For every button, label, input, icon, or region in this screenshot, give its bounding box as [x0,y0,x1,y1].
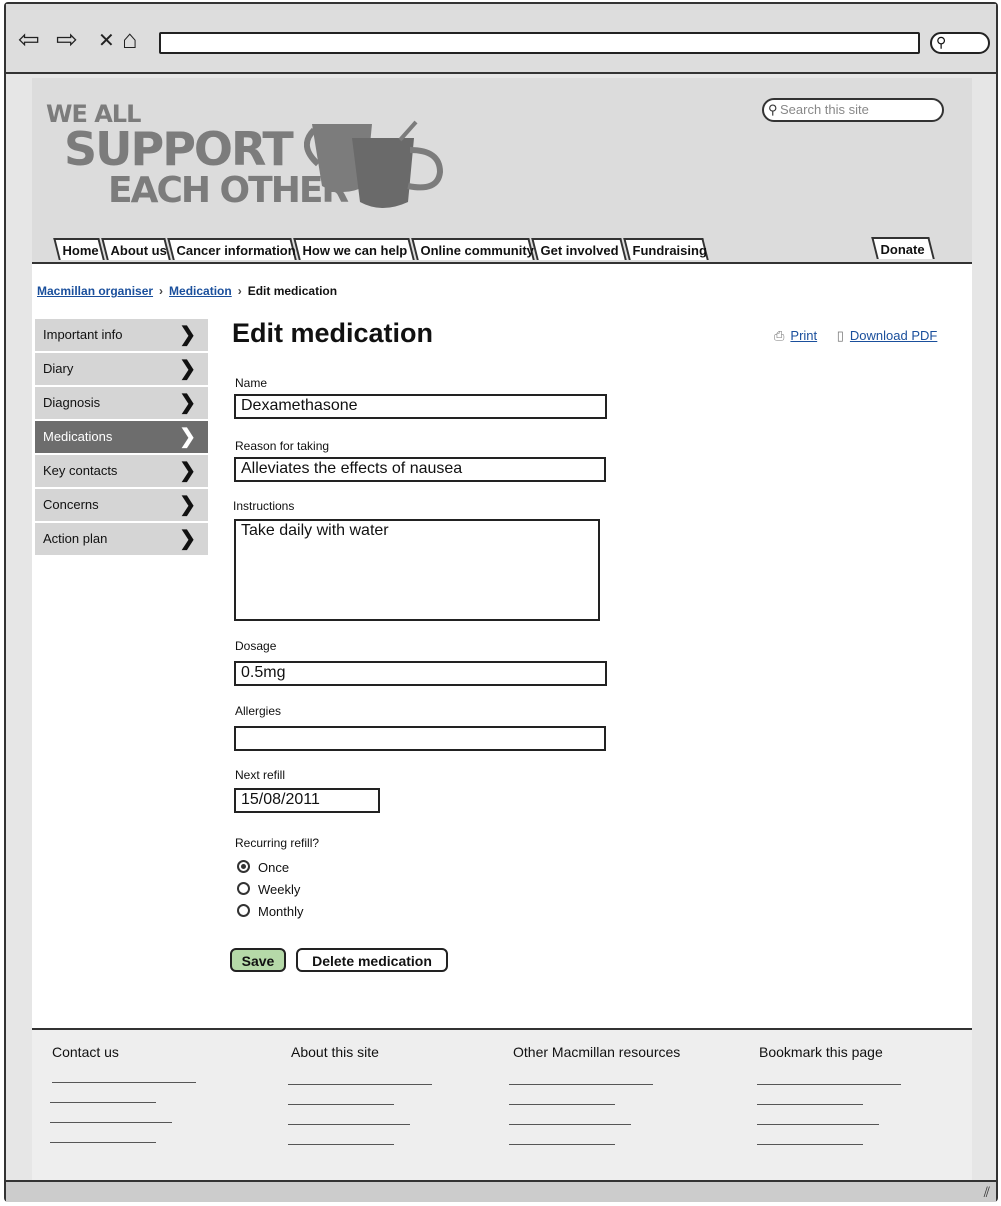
tab-fundraising[interactable]: Fundraising [623,238,709,260]
chevron-right-icon: ❯ [179,494,196,516]
donate-tab[interactable]: Donate [871,237,935,259]
forward-arrow-icon[interactable]: ⇨ [56,26,78,52]
sidebar-item-diary[interactable]: Diary ❯ [35,353,208,385]
download-pdf-link[interactable]: Download PDF [850,328,937,343]
search-icon: ⚲ [768,102,778,117]
tab-about-us[interactable]: About us [101,238,171,260]
printer-icon: ⎙ [774,328,785,343]
radio-unselected-icon [237,882,250,895]
footer-other-resources[interactable]: Other Macmillan resources [513,1044,680,1060]
chevron-right-icon: ❯ [179,426,196,448]
browser-search-box[interactable]: ⚲ [930,32,990,54]
address-bar[interactable] [159,32,920,54]
recurring-label: Recurring refill? [235,836,320,850]
next-refill-date-field[interactable]: 15/08/2011 [234,788,380,813]
browser-status-bar: ⫽ [6,1180,996,1202]
footer-link-placeholder[interactable] [288,1144,394,1145]
allergies-label: Allergies [235,704,282,718]
web-page: WE ALL SUPPORT EACH OTHER ⚲ Search this … [32,78,972,1182]
footer-link-placeholder[interactable] [509,1104,615,1105]
chevron-right-icon: ❯ [179,392,196,414]
tab-home[interactable]: Home [53,238,105,260]
next-refill-label: Next refill [235,768,286,782]
delete-medication-button[interactable]: Delete medication [296,948,448,972]
sidebar-item-diagnosis[interactable]: Diagnosis ❯ [35,387,208,419]
site-search-input[interactable]: ⚲ Search this site [762,98,944,122]
radio-monthly[interactable]: Monthly [237,904,304,919]
pdf-icon: ▯ [836,328,844,343]
save-button[interactable]: Save [230,948,286,972]
chevron-right-icon: ❯ [179,358,196,380]
print-link[interactable]: Print [790,328,817,343]
breadcrumb-link-medication[interactable]: Medication [169,284,232,298]
instructions-textarea[interactable]: Take daily with water [234,519,600,621]
browser-toolbar: ⇦ ⇨ ✕ ⌂ ⚲ [6,4,996,74]
back-arrow-icon[interactable]: ⇦ [18,26,40,52]
footer-link-placeholder[interactable] [288,1124,410,1125]
footer-link-placeholder[interactable] [757,1124,879,1125]
chevron-right-icon: › [159,284,164,298]
home-icon[interactable]: ⌂ [122,26,138,52]
footer-bookmark-page[interactable]: Bookmark this page [759,1044,883,1060]
breadcrumb-link-organiser[interactable]: Macmillan organiser [37,284,153,298]
allergies-field[interactable] [234,726,606,751]
footer-link-placeholder[interactable] [50,1102,156,1103]
footer-contact-us[interactable]: Contact us [52,1044,119,1060]
footer-link-placeholder[interactable] [509,1084,653,1085]
reason-field[interactable]: Alleviates the effects of nausea [234,457,606,482]
tab-how-we-can-help[interactable]: How we can help [293,238,415,260]
chevron-right-icon: ❯ [179,324,196,346]
sidebar-item-concerns[interactable]: Concerns ❯ [35,489,208,521]
chevron-right-icon: ❯ [179,460,196,482]
radio-weekly[interactable]: Weekly [237,882,300,897]
tab-online-community[interactable]: Online community [411,238,535,260]
breadcrumb-current: Edit medication [247,284,338,298]
footer-link-placeholder[interactable] [50,1142,156,1143]
dosage-label: Dosage [235,639,277,653]
radio-selected-icon [237,860,250,873]
site-footer: Contact us About this site Other Macmill… [32,1028,972,1182]
radio-unselected-icon [237,904,250,917]
footer-link-placeholder[interactable] [288,1104,394,1105]
chevron-right-icon: ❯ [179,528,196,550]
name-label: Name [235,376,268,390]
footer-about-this-site[interactable]: About this site [291,1044,379,1060]
site-header: WE ALL SUPPORT EACH OTHER ⚲ Search this … [32,78,972,264]
footer-link-placeholder[interactable] [509,1144,615,1145]
page-tools: ⎙ Print ▯ Download PDF [774,328,937,344]
radio-once[interactable]: Once [237,860,289,875]
resize-grip-icon[interactable]: ⫽ [984,1184,990,1201]
sidebar-nav: Important info ❯ Diary ❯ Diagnosis ❯ Medica… [35,319,208,557]
footer-link-placeholder[interactable] [509,1124,631,1125]
sidebar-item-medications[interactable]: Medications ❯ [35,421,208,453]
footer-link-placeholder[interactable] [757,1144,863,1145]
name-field[interactable]: Dexamethasone [234,394,607,419]
teacups-icon [304,120,444,208]
footer-link-placeholder[interactable] [757,1084,901,1085]
chevron-right-icon: › [237,284,242,298]
browser-window: ⇦ ⇨ ✕ ⌂ ⚲ WE ALL SUPPORT EACH OTHER ⚲ Se… [4,2,998,1202]
tab-get-involved[interactable]: Get involved [531,238,627,260]
instructions-label: Instructions [233,499,295,513]
site-search-placeholder: Search this site [780,102,869,117]
logo-line-2: SUPPORT [64,122,294,176]
reason-label: Reason for taking [235,439,330,453]
breadcrumb: Macmillan organiser › Medication › Edit medi… [37,284,337,298]
tab-cancer-information[interactable]: Cancer information [167,238,297,260]
sidebar-item-important-info[interactable]: Important info ❯ [35,319,208,351]
search-icon: ⚲ [936,34,947,50]
close-icon[interactable]: ✕ [98,28,115,54]
page-title: Edit medication [232,318,434,348]
footer-link-placeholder[interactable] [288,1084,432,1085]
dosage-field[interactable]: 0.5mg [234,661,607,686]
footer-link-placeholder[interactable] [757,1104,863,1105]
sidebar-item-action-plan[interactable]: Action plan ❯ [35,523,208,555]
footer-link-placeholder[interactable] [52,1082,196,1083]
footer-link-placeholder[interactable] [50,1122,172,1123]
sidebar-item-key-contacts[interactable]: Key contacts ❯ [35,455,208,487]
